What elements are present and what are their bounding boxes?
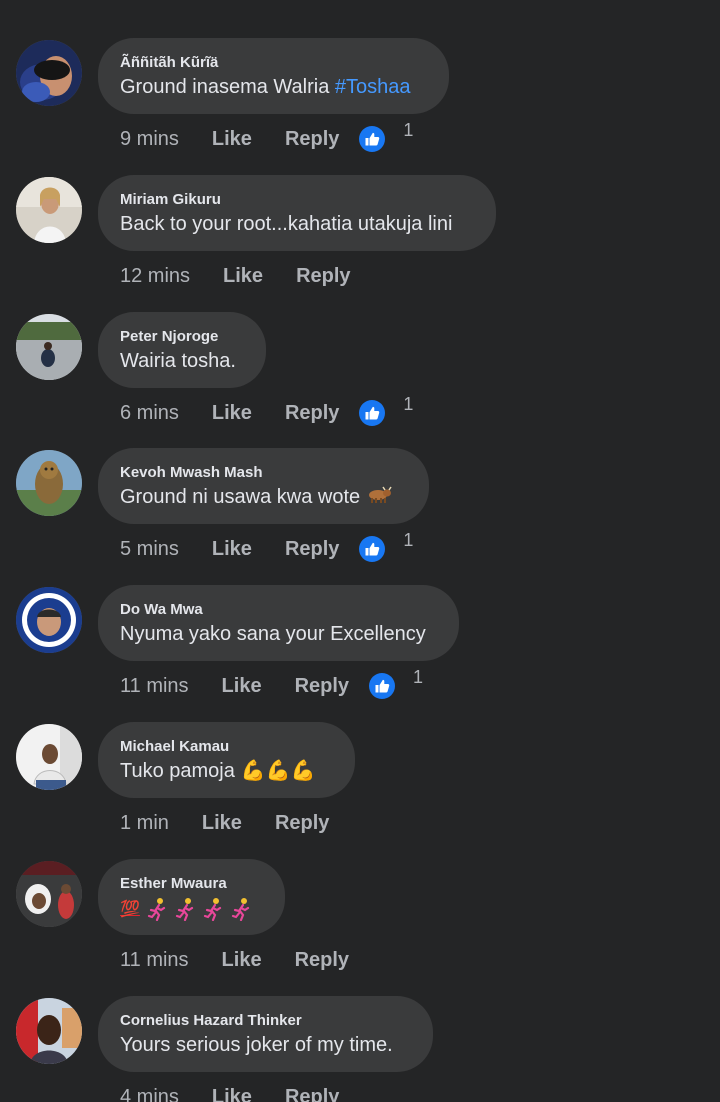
comment-timestamp[interactable]: 11 mins (120, 675, 189, 698)
comment-item: Miriam Gikuru Back to your root...kahati… (0, 175, 720, 312)
comment-item: Esther Mwaura 💯 11 mins Like Reply (0, 859, 720, 996)
comment-author[interactable]: Esther Mwaura (120, 876, 263, 892)
like-button[interactable]: Like (212, 402, 252, 425)
flexed-biceps-emoji-icon: 💪💪💪 (240, 760, 316, 782)
comment-item: Do Wa Mwa Nyuma yako sana your Excellenc… (0, 585, 720, 722)
comment-item: Michael Kamau Tuko pamoja 💪💪💪 1 min Like … (0, 722, 720, 859)
comment-author[interactable]: Do Wa Mwa (120, 602, 437, 618)
comment-actions: 11 mins Like Reply 1 (120, 667, 423, 699)
like-button[interactable]: Like (212, 1086, 252, 1102)
avatar[interactable] (16, 587, 82, 653)
comment-text: Nyuma yako sana your Excellency (120, 623, 426, 645)
comment-bubble: Peter Njoroge Wairia tosha. (98, 312, 266, 388)
comment-bubble: Ãññitãh Kũrĩä Ground inasema Walria #Tos… (98, 38, 449, 114)
comment-item: Ãññitãh Kũrĩä Ground inasema Walria #Tos… (0, 38, 720, 175)
comment-text: Ground ni usawa kwa wote (120, 484, 407, 510)
like-button[interactable]: Like (212, 538, 252, 561)
comment-author[interactable]: Michael Kamau (120, 739, 333, 755)
reply-button[interactable]: Reply (275, 812, 329, 835)
comment-timestamp[interactable]: 9 mins (120, 128, 179, 151)
like-thumbs-up-icon (359, 536, 386, 562)
comment-text: Ground inasema Walria #Toshaa (120, 74, 427, 100)
comment-timestamp[interactable]: 6 mins (120, 402, 179, 425)
avatar[interactable] (16, 450, 82, 516)
comment-bubble: Kevoh Mwash Mash Ground ni usawa kwa wot… (98, 448, 429, 524)
comment-item: Cornelius Hazard Thinker Yours serious j… (0, 996, 720, 1102)
like-thumbs-up-icon (369, 673, 396, 699)
comment-body: Ground ni usawa kwa wote (120, 486, 361, 508)
comment-timestamp[interactable]: 11 mins (120, 949, 189, 972)
comment-text: Back to your root...kahatia utakuja lini (120, 213, 453, 235)
comment-item: Kevoh Mwash Mash Ground ni usawa kwa wot… (0, 448, 720, 585)
reaction-count: 1 (403, 530, 414, 550)
comment-author[interactable]: Kevoh Mwash Mash (120, 465, 407, 481)
comment-body: Tuko pamoja (120, 760, 235, 782)
comment-actions: 5 mins Like Reply 1 (120, 530, 413, 562)
like-thumbs-up-icon (359, 400, 386, 426)
reply-button[interactable]: Reply (285, 1086, 339, 1102)
avatar[interactable] (16, 40, 82, 106)
like-button[interactable]: Like (212, 128, 252, 151)
comment-text: Wairia tosha. (120, 350, 236, 372)
comment-actions: 1 min Like Reply (120, 810, 349, 836)
avatar[interactable] (16, 998, 82, 1064)
comment-body: Ground inasema Walria (120, 76, 335, 98)
comment-item: Peter Njoroge Wairia tosha. 6 mins Like … (0, 312, 720, 449)
comment-bubble: Michael Kamau Tuko pamoja 💪💪💪 (98, 722, 355, 798)
comment-actions: 4 mins Like Reply (120, 1084, 359, 1102)
comment-bubble: Cornelius Hazard Thinker Yours serious j… (98, 996, 433, 1072)
like-button[interactable]: Like (222, 675, 262, 698)
reaction-count: 1 (403, 120, 414, 140)
comment-timestamp[interactable]: 5 mins (120, 538, 179, 561)
comment-author[interactable]: Cornelius Hazard Thinker (120, 1013, 411, 1029)
reply-button[interactable]: Reply (295, 675, 349, 698)
comment-timestamp[interactable]: 4 mins (120, 1086, 179, 1102)
running-woman-emoji-icon (203, 898, 222, 921)
reply-button[interactable]: Reply (296, 265, 350, 288)
running-woman-emoji-icon (231, 898, 250, 921)
reply-button[interactable]: Reply (285, 538, 339, 561)
avatar[interactable] (16, 861, 82, 927)
hashtag-link[interactable]: #Toshaa (335, 76, 411, 98)
comment-text: Yours serious joker of my time. (120, 1034, 393, 1056)
running-woman-emoji-icon (175, 898, 194, 921)
reaction-summary[interactable]: 1 (369, 667, 423, 699)
comment-actions: 11 mins Like Reply (120, 947, 369, 973)
comment-actions: 9 mins Like Reply 1 (120, 120, 413, 152)
reply-button[interactable]: Reply (285, 402, 339, 425)
comment-author[interactable]: Ãññitãh Kũrĩä (120, 55, 427, 71)
reaction-count: 1 (403, 394, 414, 414)
like-thumbs-up-icon (359, 126, 386, 152)
comment-timestamp[interactable]: 1 min (120, 812, 169, 835)
comment-bubble: Do Wa Mwa Nyuma yako sana your Excellenc… (98, 585, 459, 661)
comment-actions: 6 mins Like Reply 1 (120, 394, 413, 426)
comment-author[interactable]: Peter Njoroge (120, 329, 244, 345)
comment-actions: 12 mins Like Reply (120, 263, 371, 289)
comment-bubble: Esther Mwaura 💯 (98, 859, 285, 935)
reply-button[interactable]: Reply (295, 949, 349, 972)
reaction-summary[interactable]: 1 (359, 120, 413, 152)
reaction-summary[interactable]: 1 (359, 530, 413, 562)
comments-feed: Ãññitãh Kũrĩä Ground inasema Walria #Tos… (0, 0, 720, 1102)
reaction-summary[interactable]: 1 (359, 394, 413, 426)
like-button[interactable]: Like (223, 265, 263, 288)
reaction-count: 1 (413, 667, 424, 687)
ox-emoji-icon (369, 486, 392, 503)
comment-author[interactable]: Miriam Gikuru (120, 192, 474, 208)
comment-timestamp[interactable]: 12 mins (120, 265, 190, 288)
avatar[interactable] (16, 177, 82, 243)
comment-bubble: Miriam Gikuru Back to your root...kahati… (98, 175, 496, 251)
hundred-points-emoji-icon: 💯 (120, 901, 140, 918)
like-button[interactable]: Like (222, 949, 262, 972)
like-button[interactable]: Like (202, 812, 242, 835)
avatar[interactable] (16, 724, 82, 790)
reply-button[interactable]: Reply (285, 128, 339, 151)
avatar[interactable] (16, 314, 82, 380)
comment-text: 💯 (120, 897, 263, 921)
running-woman-emoji-icon (147, 898, 166, 921)
comment-text: Tuko pamoja 💪💪💪 (120, 758, 333, 784)
